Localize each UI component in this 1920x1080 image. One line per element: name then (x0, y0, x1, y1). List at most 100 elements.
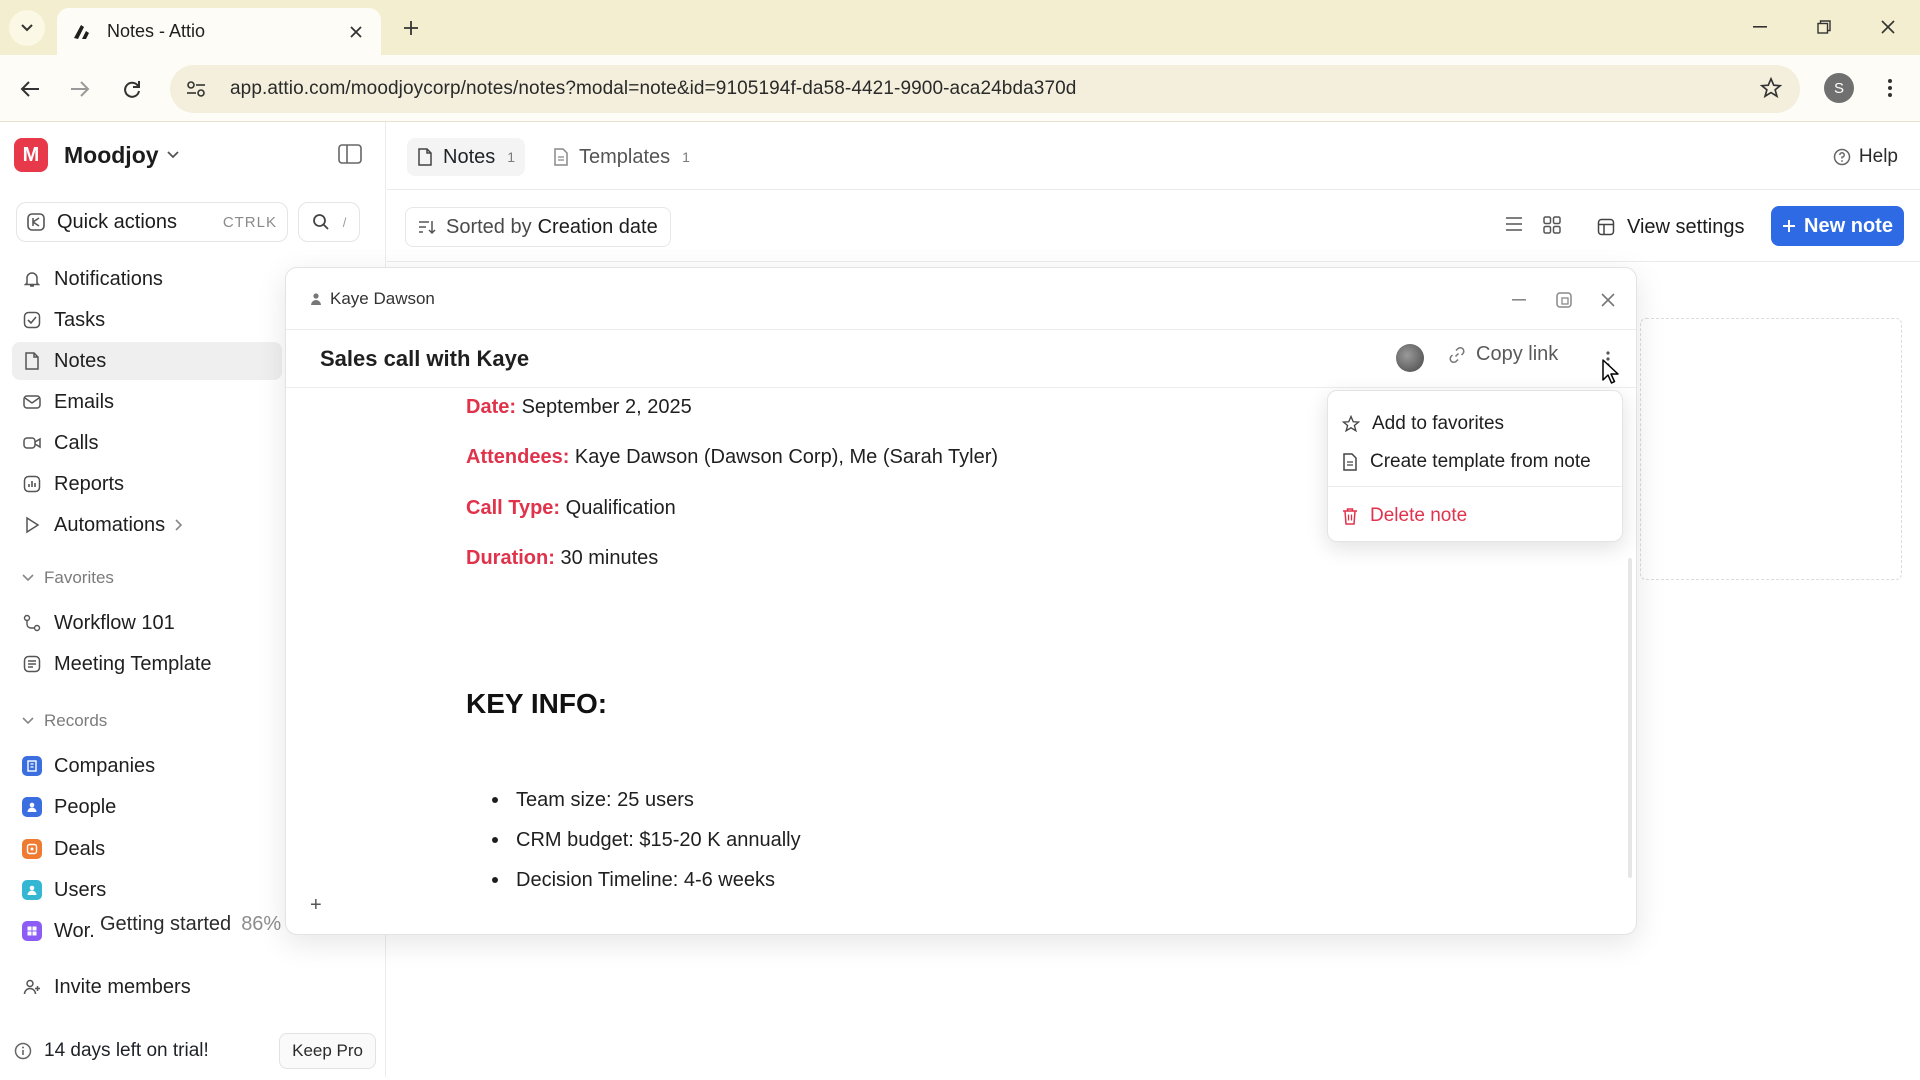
document-icon (417, 148, 433, 166)
add-block-button[interactable]: + (310, 894, 322, 917)
restore-window-icon[interactable] (1804, 12, 1844, 42)
menu-item-label: Add to favorites (1372, 413, 1505, 434)
close-modal-icon[interactable] (1598, 290, 1618, 310)
profile-avatar[interactable]: S (1824, 73, 1854, 103)
sidebar-search-button[interactable]: / (298, 202, 360, 242)
sidebar-item-people[interactable]: People (12, 788, 292, 826)
delete-note-item[interactable]: Delete note (1342, 497, 1610, 535)
sidebar-item-calls[interactable]: Calls (12, 424, 292, 462)
person-icon (311, 293, 321, 305)
minimize-window-icon[interactable] (1740, 12, 1780, 42)
modal-scrollbar[interactable] (1628, 558, 1632, 878)
sidebar-item-workflow-101[interactable]: Workflow 101 (12, 604, 292, 642)
menu-item-label: Create template from note (1370, 451, 1591, 472)
sidebar-item-notifications[interactable] (12, 214, 292, 252)
workspace-switcher[interactable]: M Moodjoy (14, 138, 179, 172)
sidebar-item-label: Automations (54, 513, 166, 536)
new-note-label: New note (1804, 214, 1893, 237)
bookmark-star-icon[interactable] (1760, 77, 1782, 99)
workspace-name: Moodjoy (64, 141, 159, 168)
sidebar-toggle-icon[interactable] (338, 144, 362, 164)
bell-icon (22, 269, 42, 289)
grid-view-icon[interactable] (1543, 216, 1561, 234)
record-breadcrumb[interactable]: Kaye Dawson (310, 289, 435, 309)
sort-button[interactable]: Sorted by Creation date (405, 207, 671, 247)
field-value: Kaye Dawson (Dawson Corp), Me (Sarah Tyl… (574, 446, 999, 468)
site-info-icon[interactable] (176, 69, 216, 109)
template-icon (1343, 453, 1357, 471)
sidebar-item-label: People (54, 795, 117, 818)
field-key: Call Type: (466, 497, 561, 519)
list-item: CRM budget: $15-20 K annually (492, 820, 801, 860)
field-key: Date: (466, 396, 517, 418)
tab-search-button[interactable] (9, 10, 45, 46)
back-arrow-icon[interactable] (14, 73, 46, 105)
list-view-icon[interactable] (1505, 216, 1523, 234)
sort-value: Creation date (537, 215, 658, 238)
avatar[interactable] (1396, 344, 1424, 372)
field-value: 30 minutes (560, 547, 659, 569)
tab-notes[interactable]: Notes 1 (407, 138, 526, 176)
field-key: Duration: (466, 547, 555, 569)
view-toolbar: Sorted by Creation date View settings Ne… (387, 190, 1920, 262)
sidebar-item-notifications[interactable]: Notifications (12, 260, 292, 298)
records-section-header[interactable]: Records (22, 711, 107, 731)
help-button[interactable]: Help (1833, 146, 1898, 168)
address-bar[interactable]: app.attio.com/moodjoycorp/notes/notes?mo… (170, 65, 1800, 113)
sidebar-item-automations[interactable]: Automations (12, 506, 292, 544)
forward-arrow-icon[interactable] (64, 73, 96, 105)
copy-link-button[interactable]: Copy link (1448, 343, 1558, 366)
tab-count: 1 (682, 149, 690, 165)
tab-title: Notes - Attio (107, 21, 206, 41)
sort-icon (419, 221, 436, 235)
view-settings-button[interactable]: View settings (1589, 207, 1752, 247)
sidebar-item-deals[interactable]: Deals (12, 830, 292, 868)
tab-count: 1 (507, 149, 516, 165)
add-to-favorites-item[interactable]: Add to favorites (1342, 405, 1610, 443)
favorites-section-header[interactable]: Favorites (22, 568, 114, 588)
view-toggle (1505, 216, 1561, 234)
plus-icon (1783, 220, 1796, 232)
sidebar-item-emails[interactable]: Emails (12, 383, 292, 421)
sidebar-item-tasks[interactable]: Tasks (12, 301, 292, 339)
close-window-icon[interactable] (1868, 12, 1908, 42)
chevron-right-icon (175, 519, 183, 531)
close-tab-icon[interactable] (345, 21, 367, 43)
expand-modal-icon[interactable] (1554, 290, 1574, 310)
keep-pro-button[interactable]: Keep Pro (279, 1033, 376, 1069)
sidebar-item-label: Users (54, 878, 107, 901)
template-icon (553, 148, 569, 166)
create-template-item[interactable]: Create template from note (1342, 443, 1610, 481)
add-person-icon (22, 977, 42, 997)
minimize-modal-icon[interactable] (1509, 290, 1529, 310)
workspace-icon (22, 921, 42, 941)
mail-icon (22, 392, 42, 412)
search-shortcut: / (342, 214, 347, 230)
template-icon (22, 654, 42, 674)
note-title[interactable]: Sales call with Kaye (320, 346, 529, 372)
new-tab-icon[interactable] (396, 13, 426, 43)
browser-menu-icon[interactable] (1878, 71, 1902, 105)
key-info-heading: KEY INFO: (466, 688, 608, 719)
copy-link-label: Copy link (1476, 343, 1559, 365)
note-field-call-type: Call Type: Qualification (466, 497, 676, 520)
tab-templates[interactable]: Templates 1 (543, 138, 700, 176)
browser-tab[interactable]: Notes - Attio (57, 8, 381, 55)
chevron-down-icon (22, 574, 34, 582)
new-note-button[interactable]: New note (1771, 206, 1904, 246)
deals-icon (22, 839, 42, 859)
sidebar-item-companies[interactable]: Companies (12, 747, 292, 785)
table-settings-icon (1597, 218, 1615, 236)
sidebar-item-label: Emails (54, 390, 115, 413)
workflow-icon (22, 613, 42, 633)
sidebar-item-notes[interactable]: Notes (12, 342, 282, 380)
field-value: September 2, 2025 (521, 396, 692, 418)
link-icon (1449, 346, 1465, 363)
sidebar-item-reports[interactable]: Reports (12, 465, 292, 503)
chevron-down-icon (166, 151, 179, 159)
note-options-menu: Add to favorites Create template from no… (1327, 390, 1623, 542)
invite-members-button[interactable]: Invite members (12, 968, 292, 1006)
sidebar-item-meeting-template[interactable]: Meeting Template (12, 645, 292, 683)
reload-icon[interactable] (116, 73, 148, 105)
field-value: Qualification (565, 497, 676, 519)
